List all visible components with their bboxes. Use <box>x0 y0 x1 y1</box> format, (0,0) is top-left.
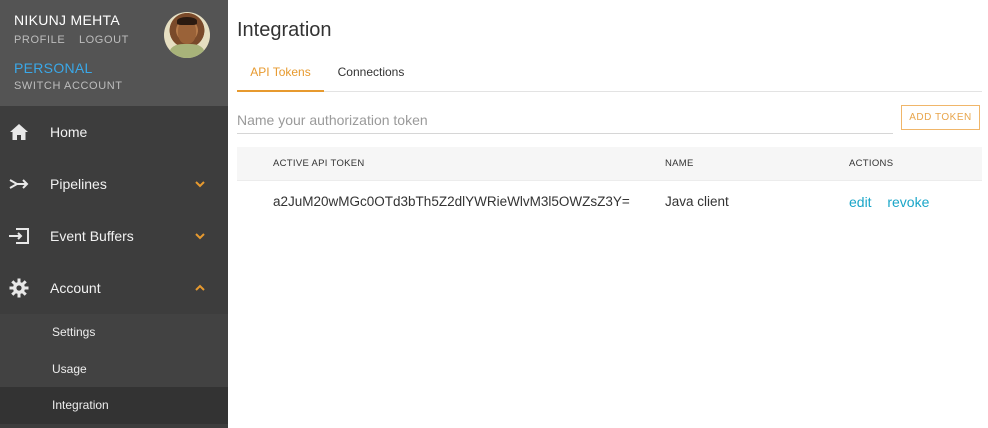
tab-api-tokens[interactable]: API Tokens <box>237 60 324 92</box>
tab-bar: API Tokens Connections <box>237 60 982 92</box>
column-header-token: ACTIVE API TOKEN <box>273 158 365 169</box>
chevron-down-icon[interactable] <box>193 229 207 243</box>
edit-link[interactable]: edit <box>849 194 872 210</box>
table-row: a2JuM20wMGc0OTd3bTh5Z2dlYWRieWlvM3l5OWZs… <box>237 181 982 221</box>
sidebar-item-integration[interactable]: Integration <box>0 387 228 424</box>
add-token-button[interactable]: ADD TOKEN <box>901 105 980 130</box>
profile-panel: NIKUNJ MEHTA PROFILE LOGOUT PERSONAL SWI… <box>0 0 228 106</box>
sidebar-item-label: Home <box>50 124 88 140</box>
gear-icon <box>8 277 30 299</box>
sidebar-item-event-buffers[interactable]: Event Buffers <box>0 210 228 262</box>
main-content: Integration API Tokens Connections ADD T… <box>228 0 988 428</box>
sidebar-item-usage[interactable]: Usage <box>0 351 228 388</box>
account-type[interactable]: PERSONAL <box>14 60 214 76</box>
column-header-actions: ACTIONS <box>849 158 894 169</box>
sidebar-item-label: Account <box>50 280 101 296</box>
revoke-link[interactable]: revoke <box>887 194 929 210</box>
chevron-up-icon[interactable] <box>193 281 207 295</box>
token-name-input[interactable] <box>237 106 893 134</box>
sidebar-item-pipelines[interactable]: Pipelines <box>0 158 228 210</box>
pipelines-icon <box>8 173 30 195</box>
sidebar: NIKUNJ MEHTA PROFILE LOGOUT PERSONAL SWI… <box>0 0 228 428</box>
switch-account-link[interactable]: SWITCH ACCOUNT <box>14 80 214 92</box>
tokens-table: ACTIVE API TOKEN NAME ACTIONS a2JuM20wMG… <box>237 147 982 221</box>
sidebar-item-label: Pipelines <box>50 176 107 192</box>
token-actions: edit revoke <box>849 194 941 210</box>
column-header-name: NAME <box>665 158 694 169</box>
account-subnav: Settings Usage Integration <box>0 314 228 424</box>
sidebar-item-account[interactable]: Account <box>0 262 228 314</box>
avatar[interactable] <box>164 12 210 58</box>
sidebar-item-label: Event Buffers <box>50 228 134 244</box>
page-title: Integration <box>237 19 332 41</box>
profile-link[interactable]: PROFILE <box>14 34 65 46</box>
table-header: ACTIVE API TOKEN NAME ACTIONS <box>237 147 982 181</box>
sidebar-item-home[interactable]: Home <box>0 106 228 158</box>
tab-connections[interactable]: Connections <box>330 60 412 92</box>
event-buffers-icon <box>8 225 30 247</box>
home-icon <box>8 121 30 143</box>
logout-link[interactable]: LOGOUT <box>79 34 129 46</box>
token-name: Java client <box>665 194 729 209</box>
token-value: a2JuM20wMGc0OTd3bTh5Z2dlYWRieWlvM3l5OWZs… <box>273 194 630 209</box>
chevron-down-icon[interactable] <box>193 177 207 191</box>
sidebar-item-settings[interactable]: Settings <box>0 314 228 351</box>
